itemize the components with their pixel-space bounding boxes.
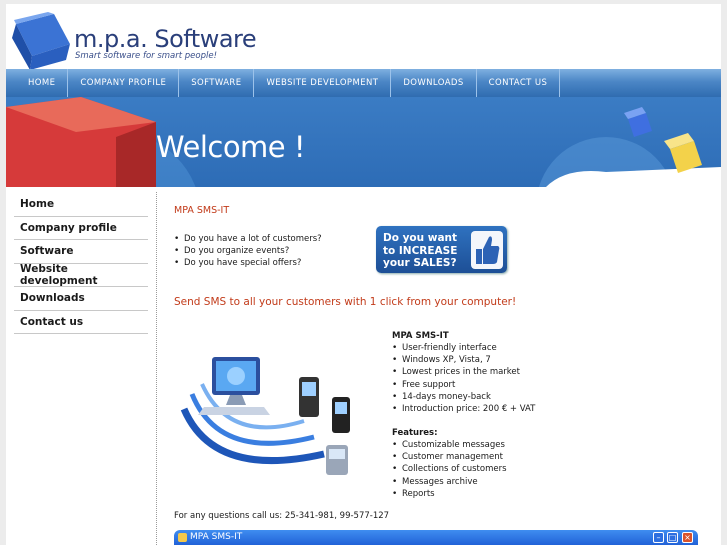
features-title: Features:: [392, 428, 438, 438]
promo-line: your SALES?: [383, 257, 457, 269]
nav-company-profile[interactable]: COMPANY PROFILE: [68, 69, 180, 97]
question-list: Do you have a lot of customers? Do you o…: [174, 233, 322, 270]
close-icon[interactable]: ×: [682, 532, 693, 543]
nav-software[interactable]: SOFTWARE: [179, 69, 255, 97]
list-item: Customizable messages: [392, 439, 507, 451]
sidebar-nav: Home Company profile Software Website de…: [14, 193, 148, 334]
thumbs-up-icon: [471, 231, 503, 269]
list-item: Lowest prices in the market: [392, 366, 535, 378]
promo-headline: Send SMS to all your customers with 1 cl…: [174, 296, 517, 308]
list-item: Do you organize events?: [174, 245, 322, 257]
app-icon: [178, 533, 187, 542]
brand-tagline: Smart software for smart people!: [75, 51, 218, 61]
promo-line: Do you want: [383, 232, 458, 244]
sidebar-item-company-profile[interactable]: Company profile: [14, 217, 148, 240]
logo-cube-icon: [12, 12, 70, 70]
app-window-preview: MPA SMS-IT – □ ×: [174, 530, 698, 545]
list-item: Introduction price: 200 € + VAT: [392, 403, 535, 415]
benefit-list: User-friendly interface Windows XP, Vist…: [392, 342, 535, 415]
list-item: Messages archive: [392, 476, 507, 488]
promo-line: to INCREASE: [383, 244, 458, 257]
sidebar-item-website-development[interactable]: Website development: [14, 263, 148, 287]
product-title: MPA SMS-IT: [392, 331, 449, 341]
list-item: Do you have a lot of customers?: [174, 233, 322, 245]
page-title: MPA SMS-IT: [174, 205, 230, 216]
nav-downloads[interactable]: DOWNLOADS: [391, 69, 477, 97]
contact-info: For any questions call us: 25-341-981, 9…: [174, 511, 390, 521]
list-item: Customer management: [392, 451, 507, 463]
increase-sales-button[interactable]: Do you want to INCREASE your SALES?: [376, 226, 507, 273]
sidebar-item-home[interactable]: Home: [14, 193, 148, 217]
maximize-icon[interactable]: □: [667, 532, 678, 543]
list-item: Do you have special offers?: [174, 257, 322, 269]
sidebar-item-contact-us[interactable]: Contact us: [14, 311, 148, 334]
page: m.p.a. Software Smart software for smart…: [6, 4, 721, 545]
nav-contact-us[interactable]: CONTACT US: [477, 69, 561, 97]
list-item: User-friendly interface: [392, 342, 535, 354]
top-nav: HOME COMPANY PROFILE SOFTWARE WEBSITE DE…: [6, 69, 721, 97]
banner-art-icon: [6, 97, 721, 187]
list-item: Collections of customers: [392, 463, 507, 475]
promo-text: Do you want to INCREASE your SALES?: [383, 232, 457, 270]
welcome-heading: Welcome !: [156, 130, 306, 164]
computer-and-phones-illustration-icon: [180, 357, 350, 475]
window-title: MPA SMS-IT: [190, 532, 243, 542]
list-item: Windows XP, Vista, 7: [392, 354, 535, 366]
welcome-banner: Welcome !: [6, 97, 721, 187]
sidebar-item-downloads[interactable]: Downloads: [14, 287, 148, 311]
sidebar-item-software[interactable]: Software: [14, 240, 148, 264]
list-item: Reports: [392, 488, 507, 500]
nav-home[interactable]: HOME: [6, 69, 69, 97]
list-item: 14-days money-back: [392, 391, 535, 403]
feature-list: Customizable messages Customer managemen…: [392, 439, 507, 500]
nav-website-development[interactable]: WEBSITE DEVELOPMENT: [254, 69, 392, 97]
list-item: Free support: [392, 379, 535, 391]
column-divider: [156, 192, 157, 545]
brand-name[interactable]: m.p.a. Software: [74, 25, 257, 53]
minimize-icon[interactable]: –: [653, 532, 664, 543]
